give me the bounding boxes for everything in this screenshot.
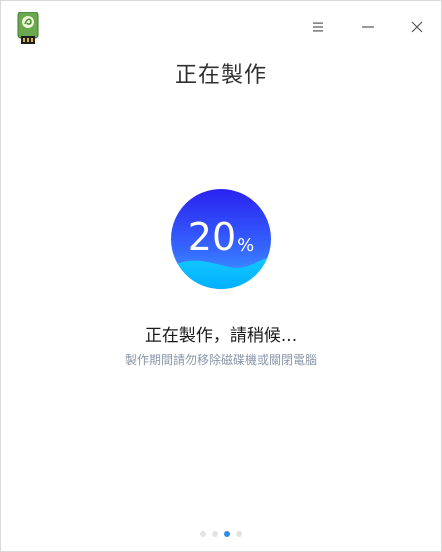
step-dot [236, 531, 242, 537]
menu-button[interactable] [304, 13, 332, 41]
status-hint: 製作期間請勿移除磁碟機或關閉電腦 [124, 353, 317, 367]
usb-drive-icon [17, 11, 39, 44]
progress-value: 20 [187, 215, 237, 259]
app-window: 正在製作 20 % 正在製作，請稍候... 製作期間請勿移除磁碟機或關閉電腦 [0, 0, 442, 552]
menu-icon [312, 18, 324, 37]
minimize-icon [362, 18, 374, 37]
step-dot [212, 531, 218, 537]
step-dot [224, 531, 230, 537]
step-dot [200, 531, 206, 537]
step-indicator [1, 531, 441, 537]
minimize-button[interactable] [354, 13, 382, 41]
status-message: 正在製作，請稍候... [144, 326, 298, 346]
close-icon [411, 18, 423, 37]
progress-circle: 20 % [171, 189, 271, 289]
close-button[interactable] [403, 13, 431, 41]
page-title: 正在製作 [174, 63, 267, 88]
progress-unit: % [237, 235, 255, 256]
